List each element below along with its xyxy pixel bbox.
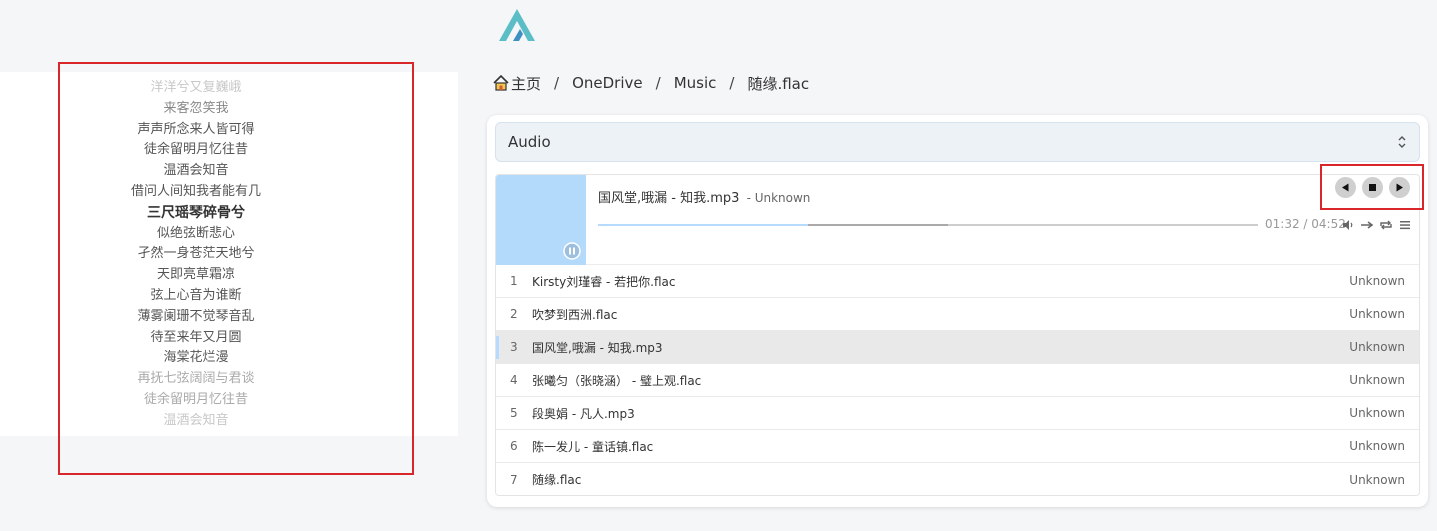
track-author: Unknown	[1349, 307, 1405, 321]
lyric-line: 待至来年又月圆	[150, 329, 242, 345]
lyric-line: 再抚七弦阔阔与君谈	[137, 371, 255, 387]
stop-icon	[1368, 183, 1376, 191]
time-display: 01:32 / 04:52	[1265, 217, 1346, 231]
lyrics-list: 洋洋兮又复巍峨 来客忽笑我 声声所念来人皆可得 徒余留明月忆往昔 温酒会知音 借问人间知我…	[0, 72, 392, 432]
stop-button[interactable]	[1361, 176, 1383, 198]
track-index: 1	[510, 274, 518, 288]
order-icon[interactable]	[1360, 218, 1374, 232]
preview-type-value: Audio	[508, 133, 551, 151]
track-index: 7	[510, 472, 518, 487]
lyric-line: 借问人间知我者能有几	[130, 183, 261, 199]
track-author: Unknown	[1349, 340, 1405, 354]
track-author: Unknown	[1349, 406, 1405, 420]
lyric-line: 声声所念来人皆可得	[137, 121, 255, 137]
lyric-line: 温酒会知音	[163, 163, 229, 179]
breadcrumb-separator: /	[729, 74, 735, 92]
track-index: 5	[510, 406, 518, 420]
breadcrumb-separator: /	[655, 74, 661, 92]
lyric-line: 薄雾阑珊不觉琴音乱	[137, 308, 255, 324]
lyric-line: 天即亮草霜凉	[156, 267, 235, 283]
previous-button[interactable]	[1334, 176, 1356, 198]
lyric-line: 弦上心音为谁断	[150, 287, 242, 303]
pause-icon[interactable]	[563, 242, 581, 260]
track-author: Unknown	[1349, 439, 1405, 453]
audio-player: 国风堂,哦漏 - 知我.mp3 - Unknown 01:32 / 04:52	[495, 174, 1420, 496]
playlist-row[interactable]: 4 张曦匀（张晓涵） - 璧上观.flac Unknown	[496, 364, 1419, 397]
now-playing-name: 国风堂,哦漏 - 知我.mp3	[598, 191, 740, 206]
lyric-line: 海棠花烂漫	[163, 350, 229, 366]
app-logo-icon[interactable]	[496, 6, 538, 44]
next-button[interactable]	[1388, 176, 1410, 198]
playlist-row[interactable]: 7 随缘.flac Unknown	[496, 463, 1419, 495]
playlist: 1 Kirsty刘瑾睿 - 若把你.flac Unknown 2 吹梦到西洲.flac U…	[496, 265, 1419, 495]
lyric-line: 来客忽笑我	[163, 100, 229, 116]
now-playing-title: 国风堂,哦漏 - 知我.mp3 - Unknown	[598, 187, 810, 206]
volume-icon[interactable]	[1341, 218, 1355, 232]
preview-card: Audio 国风堂,哦漏 - 知我.mp3 - Unknown 01:32 / …	[487, 115, 1428, 507]
breadcrumb: 主页 / OneDrive / Music / 随缘.flac	[492, 72, 809, 94]
breadcrumb-current-file: 随缘.flac	[747, 74, 810, 93]
progress-bar[interactable]	[598, 224, 1258, 226]
playlist-row[interactable]: 2 吹梦到西洲.flac Unknown	[496, 298, 1419, 331]
track-title: 段奥娟 - 凡人.mp3	[532, 406, 635, 421]
track-title: 国风堂,哦漏 - 知我.mp3	[532, 340, 663, 355]
now-playing-author: - Unknown	[746, 191, 811, 205]
track-index: 4	[510, 373, 518, 387]
lyric-line: 三尺瑶琴碎骨兮	[147, 204, 245, 221]
track-title: Kirsty刘瑾睿 - 若把你.flac	[532, 274, 676, 289]
track-author: Unknown	[1349, 274, 1405, 288]
breadcrumb-home[interactable]: 主页	[511, 73, 541, 94]
progress-played	[598, 224, 808, 226]
track-title: 陈一发儿 - 童话镇.flac	[532, 439, 654, 454]
track-index: 6	[510, 439, 518, 453]
previous-icon	[1341, 183, 1348, 191]
track-author: Unknown	[1349, 373, 1405, 387]
playlist-row[interactable]: 1 Kirsty刘瑾睿 - 若把你.flac Unknown	[496, 265, 1419, 298]
lyric-line: 徒余留明月忆往昔	[143, 142, 248, 158]
lyric-line: 徒余留明月忆往昔	[143, 391, 248, 407]
lyric-line: 孑然一身苍茫天地兮	[137, 246, 255, 262]
track-author: Unknown	[1349, 472, 1405, 487]
lyrics-panel: 洋洋兮又复巍峨 来客忽笑我 声声所念来人皆可得 徒余留明月忆往昔 温酒会知音 借问人间知我…	[0, 72, 458, 436]
chevron-updown-icon	[1397, 134, 1407, 150]
playlist-row[interactable]: 5 段奥娟 - 凡人.mp3 Unknown	[496, 397, 1419, 430]
lyric-line: 洋洋兮又复巍峨	[150, 80, 242, 95]
loop-icon[interactable]	[1379, 218, 1393, 232]
playlist-row[interactable]: 3 国风堂,哦漏 - 知我.mp3 Unknown	[496, 331, 1419, 364]
preview-type-select[interactable]: Audio	[495, 122, 1420, 162]
player-controls-highlight	[1320, 164, 1424, 210]
album-cover	[496, 175, 586, 265]
playlist-row[interactable]: 6 陈一发儿 - 童话镇.flac Unknown	[496, 430, 1419, 463]
player-header: 国风堂,哦漏 - 知我.mp3 - Unknown 01:32 / 04:52	[496, 175, 1419, 265]
breadcrumb-separator: /	[554, 74, 560, 92]
lyric-line: 温酒会知音	[163, 412, 229, 428]
next-icon	[1396, 183, 1403, 191]
track-index: 2	[510, 307, 518, 321]
home-icon[interactable]	[492, 74, 510, 92]
breadcrumb-music[interactable]: Music	[674, 74, 717, 92]
track-index: 3	[510, 340, 518, 354]
lyric-line: 似绝弦断悲心	[156, 225, 235, 241]
track-title: 吹梦到西洲.flac	[532, 307, 618, 322]
breadcrumb-onedrive[interactable]: OneDrive	[572, 74, 643, 92]
track-title: 张曦匀（张晓涵） - 璧上观.flac	[532, 373, 702, 388]
player-icons	[1341, 218, 1412, 232]
menu-icon[interactable]	[1398, 218, 1412, 232]
track-title: 随缘.flac	[532, 473, 582, 487]
